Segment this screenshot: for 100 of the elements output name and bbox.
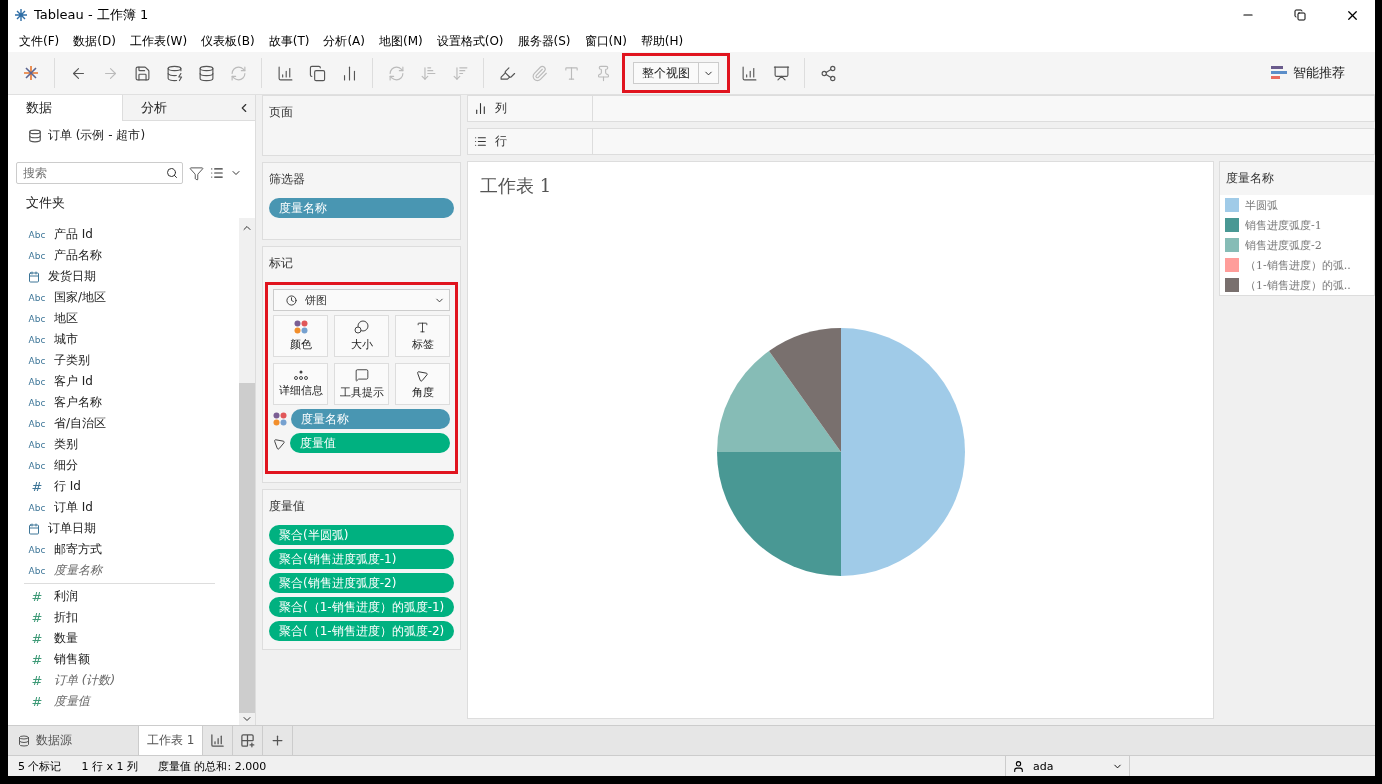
field-item[interactable]: Abc 产品名称 (8, 245, 239, 266)
field-name: 客户名称 (54, 394, 102, 411)
plus-icon[interactable] (270, 733, 286, 748)
share-icon[interactable] (819, 64, 837, 82)
show-me-button[interactable]: 智能推荐 (1271, 64, 1365, 82)
field-item[interactable]: Abc 订单 Id (8, 497, 239, 518)
menu-item[interactable]: 分析(A) (316, 32, 372, 50)
field-name: 子类别 (54, 352, 90, 369)
field-name: 发货日期 (48, 268, 96, 285)
field-item[interactable]: # 销售额 (8, 649, 239, 670)
rows-icon (474, 135, 487, 148)
field-item[interactable]: Abc 地区 (8, 308, 239, 329)
field-item[interactable]: Abc 国家/地区 (8, 287, 239, 308)
search-icon[interactable] (166, 167, 178, 179)
field-type-icon: Abc (28, 292, 46, 303)
pane-tab[interactable]: 分析 (122, 95, 237, 121)
chart-columns-icon[interactable] (740, 64, 758, 82)
search-field[interactable]: 搜索 (16, 162, 183, 184)
field-name: 客户 Id (54, 373, 93, 390)
sheet-tab[interactable]: 工作表 1 (139, 726, 204, 755)
marks-button[interactable]: 角度 (395, 363, 450, 405)
scrollbar[interactable] (239, 218, 255, 725)
new-dashboard-icon[interactable] (240, 733, 256, 748)
menu-item[interactable]: 服务器(S) (510, 32, 578, 50)
user-dropdown[interactable]: ada (1005, 756, 1130, 776)
color-dots-icon (293, 320, 308, 334)
window-title: Tableau - 工作簿 1 (34, 6, 150, 24)
field-item[interactable]: Abc 产品 Id (8, 224, 239, 245)
app-logo-icon (14, 8, 28, 22)
field-item[interactable]: Abc 邮寄方式 (8, 539, 239, 560)
data-source-name: 订单 (示例 - 超市) (48, 127, 146, 144)
bars-icon[interactable] (1271, 66, 1287, 80)
shelf-label: 行 (495, 133, 507, 150)
menu-item[interactable]: 故事(T) (261, 32, 317, 50)
field-item[interactable]: Abc 细分 (8, 455, 239, 476)
duplicate-icon[interactable] (308, 64, 326, 82)
columns-shelf[interactable]: 列 (467, 95, 1375, 122)
new-worksheet-icon[interactable] (210, 733, 226, 748)
marks-button[interactable]: 颜色 (273, 315, 328, 357)
field-type-icon: # (28, 631, 46, 646)
paperclip-icon[interactable] (530, 64, 548, 82)
menu-item[interactable]: 帮助(H) (633, 32, 691, 50)
field-item[interactable]: Abc 子类别 (8, 350, 239, 371)
field-item[interactable]: Abc 省/自治区 (8, 413, 239, 434)
mark-type-dropdown[interactable]: 饼图 (273, 289, 450, 311)
rows-shelf[interactable]: 行 (467, 128, 1375, 155)
field-name: 数量 (54, 630, 78, 647)
field-item[interactable]: # 行 Id (8, 476, 239, 497)
marks-button[interactable]: 大小 (334, 315, 389, 357)
field-item[interactable]: 发货日期 (8, 266, 239, 287)
menu-item[interactable]: 设置格式(O) (429, 32, 511, 50)
legend-label: 销售进度弧度-2 (1245, 237, 1322, 253)
save-icon[interactable] (133, 64, 151, 82)
menu-item[interactable]: 地图(M) (372, 32, 430, 50)
legend-label: （1-销售进度）的弧.. (1245, 277, 1351, 293)
field-type-icon: Abc (28, 376, 46, 387)
field-item[interactable]: # 折扣 (8, 607, 239, 628)
menu-item[interactable]: 工作表(W) (122, 32, 195, 50)
field-type-icon: # (28, 610, 46, 625)
field-name: 利润 (54, 588, 78, 605)
menu-item[interactable]: 窗口(N) (577, 32, 634, 50)
view-list-icon[interactable] (210, 166, 224, 180)
field-item[interactable]: 订单日期 (8, 518, 239, 539)
new-worksheet-icon[interactable] (276, 64, 294, 82)
legend-label: （1-销售进度）的弧.. (1245, 257, 1351, 273)
field-item[interactable]: # 度量值 (8, 691, 239, 712)
highlight-icon[interactable] (498, 64, 516, 82)
field-type-icon: # (28, 589, 46, 604)
marks-button[interactable]: 标签 (395, 315, 450, 357)
field-item[interactable]: # 利润 (8, 586, 239, 607)
menu-item[interactable]: 仪表板(B) (194, 32, 262, 50)
search-input[interactable]: 搜索 (21, 165, 166, 181)
filter-icon[interactable] (189, 165, 204, 181)
field-type-icon: # (28, 652, 46, 667)
marks-button[interactable]: 工具提示 (334, 363, 389, 405)
new-data-source-icon[interactable] (165, 64, 183, 82)
tooltip-icon (354, 368, 369, 382)
field-item[interactable]: Abc 客户 Id (8, 371, 239, 392)
field-item[interactable]: Abc 城市 (8, 329, 239, 350)
field-item[interactable]: Abc 类别 (8, 434, 239, 455)
field-item[interactable]: # 数量 (8, 628, 239, 649)
restore-icon[interactable] (1294, 9, 1306, 21)
logo-icon[interactable] (22, 64, 40, 82)
field-item[interactable]: # 订单 (计数) (8, 670, 239, 691)
field-name: 订单 Id (54, 499, 93, 516)
marks-button[interactable]: 详细信息 (273, 363, 328, 405)
folder-label: 文件夹 (25, 194, 66, 212)
field-item[interactable]: Abc 客户名称 (8, 392, 239, 413)
fit-dropdown[interactable]: 整个视图 (633, 62, 719, 84)
field-type-icon: Abc (28, 418, 46, 429)
field-item[interactable]: Abc 度量名称 (8, 560, 239, 581)
presentation-icon[interactable] (772, 64, 790, 82)
card-title: 标记 (269, 255, 294, 272)
menu-item[interactable]: 文件(F) (12, 32, 67, 50)
field-type-icon: Abc (28, 439, 46, 450)
user-icon (1012, 759, 1025, 773)
menu-item[interactable]: 数据(D) (66, 32, 123, 50)
card-title: 筛选器 (269, 171, 306, 188)
size-circles-icon (353, 320, 370, 334)
field-name: 城市 (54, 331, 78, 348)
